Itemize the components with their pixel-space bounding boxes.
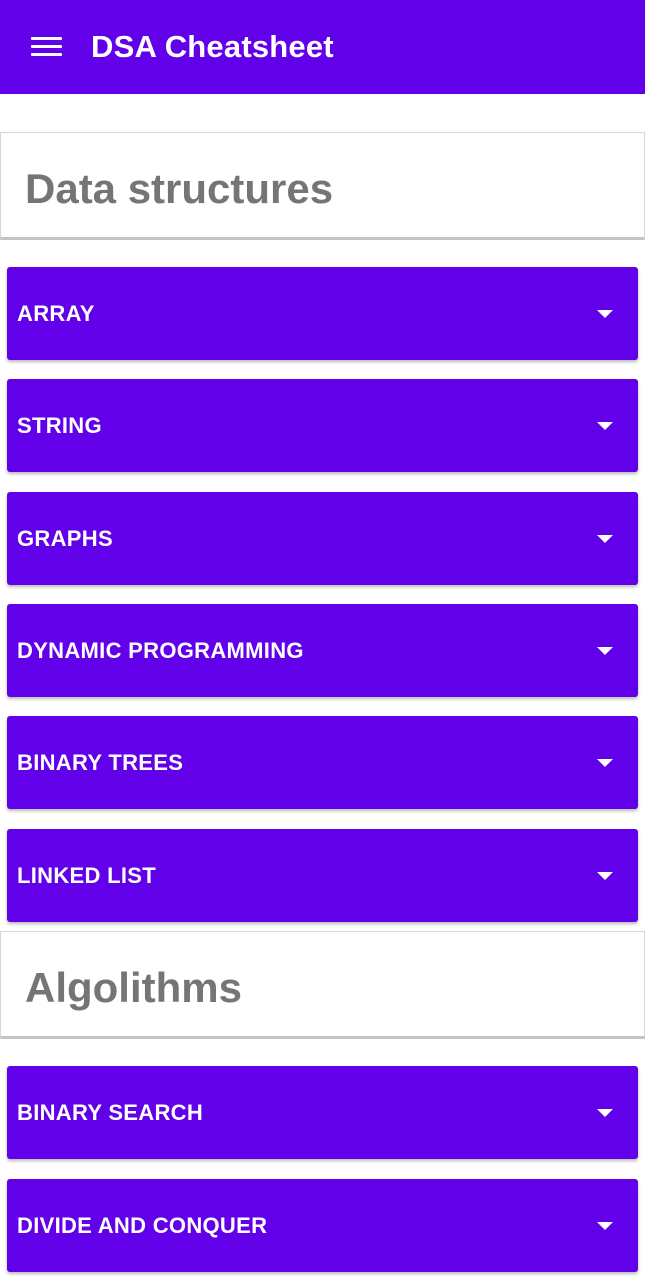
arrow-drop-down-icon [597, 647, 613, 655]
arrow-drop-down-icon [597, 1109, 613, 1117]
expansion-panel-dynamic-programming[interactable]: DYNAMIC PROGRAMMING [7, 604, 638, 697]
section-header-data-structures: Data structures [0, 132, 645, 240]
section-title: Algolithms [25, 964, 242, 1011]
panel-label: BINARY SEARCH [17, 1100, 204, 1125]
app-bar: DSA Cheatsheet [0, 0, 645, 94]
arrow-drop-down-icon [597, 422, 613, 430]
arrow-drop-down-icon [597, 759, 613, 767]
panel-label: STRING [17, 413, 102, 438]
panel-label: DYNAMIC PROGRAMMING [17, 638, 304, 663]
app-title: DSA Cheatsheet [91, 29, 334, 64]
panel-label: LINKED LIST [17, 863, 156, 888]
hamburger-menu-icon[interactable] [28, 33, 66, 61]
expansion-panel-binary-search[interactable]: BINARY SEARCH [7, 1066, 638, 1159]
expansion-panel-graphs[interactable]: GRAPHS [7, 492, 638, 585]
expansion-panel-array[interactable]: ARRAY [7, 267, 638, 360]
expansion-panel-divide-and-conquer[interactable]: DIVIDE AND CONQUER [7, 1179, 638, 1272]
panel-label: BINARY TREES [17, 750, 184, 775]
panel-label: ARRAY [17, 301, 95, 326]
arrow-drop-down-icon [597, 310, 613, 318]
expansion-panel-binary-trees[interactable]: BINARY TREES [7, 716, 638, 809]
section-title: Data structures [25, 165, 334, 212]
panel-label: GRAPHS [17, 526, 113, 551]
arrow-drop-down-icon [597, 535, 613, 543]
expansion-panel-linked-list[interactable]: LINKED LIST [7, 829, 638, 922]
panel-label: DIVIDE AND CONQUER [17, 1213, 268, 1238]
arrow-drop-down-icon [597, 872, 613, 880]
section-header-algorithms: Algolithms [0, 931, 645, 1039]
arrow-drop-down-icon [597, 1222, 613, 1230]
expansion-panel-string[interactable]: STRING [7, 379, 638, 472]
